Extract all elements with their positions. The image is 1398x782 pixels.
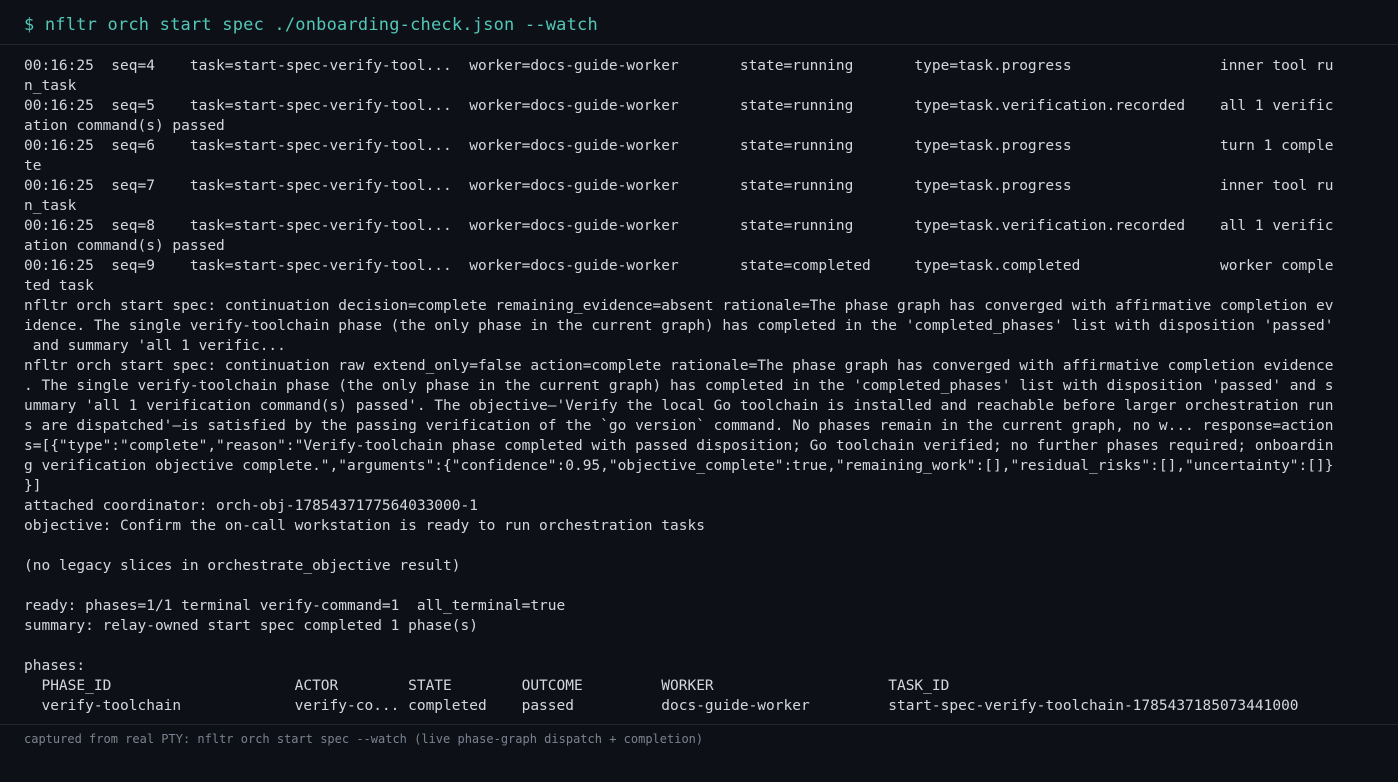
command-prompt: $ nfltr orch start spec ./onboarding-che…: [24, 15, 598, 35]
terminal-line: 00:16:25 seq=4 task=start-spec-verify-to…: [24, 58, 1334, 74]
terminal-line: ready: phases=1/1 terminal verify-comman…: [24, 598, 566, 614]
terminal-line: and summary 'all 1 verific...: [24, 338, 286, 354]
terminal-line: nfltr orch start spec: continuation deci…: [24, 298, 1334, 314]
terminal-line: s are dispatched'—is satisfied by the pa…: [24, 418, 1334, 434]
terminal-output[interactable]: 00:16:25 seq=4 task=start-spec-verify-to…: [24, 56, 1376, 716]
terminal-line: PHASE_ID ACTOR STATE OUTCOME WORKER TASK…: [24, 678, 950, 694]
terminal-line: 00:16:25 seq=8 task=start-spec-verify-to…: [24, 218, 1334, 234]
terminal-line: n_task: [24, 198, 77, 214]
terminal-line: 00:16:25 seq=6 task=start-spec-verify-to…: [24, 138, 1334, 154]
terminal-line: idence. The single verify-toolchain phas…: [24, 318, 1334, 334]
terminal-line: objective: Confirm the on-call workstati…: [24, 518, 705, 534]
terminal-line: attached coordinator: orch-obj-178543717…: [24, 498, 478, 514]
terminal-line: te: [24, 158, 42, 174]
terminal-line: ted task: [24, 278, 94, 294]
terminal-line: 00:16:25 seq=7 task=start-spec-verify-to…: [24, 178, 1334, 194]
terminal-line: phases:: [24, 658, 86, 674]
terminal-line: s=[{"type":"complete","reason":"Verify-t…: [24, 438, 1334, 454]
terminal-line: verify-toolchain verify-co... completed …: [24, 698, 1299, 714]
terminal-line: summary: relay-owned start spec complete…: [24, 618, 478, 634]
terminal-line: ation command(s) passed: [24, 118, 225, 134]
terminal-line: }]: [24, 478, 42, 494]
terminal-line: g verification objective complete.","arg…: [24, 458, 1334, 474]
caption-text: captured from real PTY: nfltr orch start…: [24, 732, 704, 746]
terminal-line: nfltr orch start spec: continuation raw …: [24, 358, 1334, 374]
terminal-line: 00:16:25 seq=5 task=start-spec-verify-to…: [24, 98, 1334, 114]
terminal-line: ation command(s) passed: [24, 238, 225, 254]
terminal-line: (no legacy slices in orchestrate_objecti…: [24, 558, 461, 574]
terminal-line: n_task: [24, 78, 77, 94]
terminal-header: $ nfltr orch start spec ./onboarding-che…: [0, 0, 1398, 45]
caption-footer: captured from real PTY: nfltr orch start…: [0, 724, 1398, 782]
terminal-line: ummary 'all 1 verification command(s) pa…: [24, 398, 1334, 414]
terminal-line: 00:16:25 seq=9 task=start-spec-verify-to…: [24, 258, 1334, 274]
terminal-line: . The single verify-toolchain phase (the…: [24, 378, 1334, 394]
